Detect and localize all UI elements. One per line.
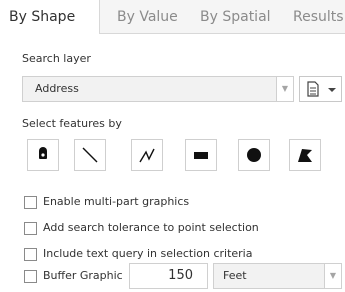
extent-rectangle-icon [194, 152, 208, 159]
text-query-label: Include text query in selection criteria [43, 247, 253, 260]
select-features-label: Select features by [22, 117, 122, 130]
layer-options-button[interactable] [299, 76, 342, 102]
tab-bar: By Shape By Value By Spatial Results [0, 0, 345, 34]
polygon-icon [298, 149, 312, 162]
polyline-icon [139, 148, 155, 163]
circle-tool-button[interactable] [238, 139, 270, 171]
tab-by-shape[interactable]: By Shape [0, 0, 100, 34]
text-query-checkbox[interactable] [24, 248, 37, 261]
polyline-tool-button[interactable] [131, 139, 163, 171]
chevron-down-icon [328, 88, 336, 92]
search-layer-label: Search layer [22, 52, 91, 65]
point-tool-button[interactable] [27, 139, 59, 171]
tolerance-checkbox[interactable] [24, 222, 37, 235]
buffer-distance-input[interactable]: 150 [129, 263, 208, 289]
search-layer-value: Address [35, 82, 79, 95]
point-icon [39, 147, 47, 159]
line-icon [82, 147, 98, 163]
tab-by-spatial[interactable]: By Spatial [200, 0, 271, 34]
rectangle-tool-button[interactable] [185, 139, 217, 171]
buffer-unit-value: Feet [223, 269, 247, 282]
document-list-icon [307, 81, 336, 97]
polygon-tool-button[interactable] [289, 139, 321, 171]
buffer-graphic-label: Buffer Graphic [43, 269, 123, 282]
circle-icon [247, 148, 261, 162]
tolerance-label: Add search tolerance to point selection [43, 221, 259, 234]
buffer-graphic-checkbox[interactable] [24, 270, 37, 283]
dropdown-arrow-icon[interactable]: ▼ [324, 264, 341, 288]
multipart-label: Enable multi-part graphics [43, 195, 190, 208]
multipart-checkbox[interactable] [24, 196, 37, 209]
dropdown-arrow-icon[interactable]: ▼ [276, 77, 293, 101]
tab-results[interactable]: Results [293, 0, 344, 34]
line-tool-button[interactable] [74, 139, 106, 171]
buffer-unit-select[interactable]: Feet ▼ [213, 263, 342, 289]
tab-by-value[interactable]: By Value [117, 0, 178, 34]
search-layer-select[interactable]: Address ▼ [22, 76, 294, 102]
